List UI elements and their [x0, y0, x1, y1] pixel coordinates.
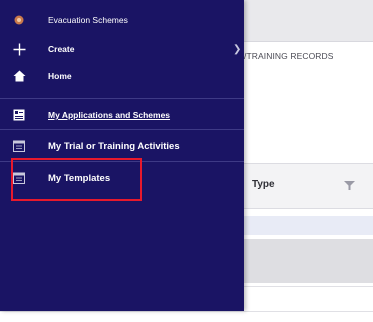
sidebar-item-my-trial-training[interactable]: My Trial or Training Activities [0, 135, 244, 157]
app-title: Evacuation Schemes [48, 15, 128, 25]
app-logo-icon [12, 13, 26, 27]
navigation-drawer: Evacuation Schemes Create ❯ Home My Appl… [0, 0, 244, 311]
filter-icon[interactable] [344, 181, 355, 190]
app-screen: /TRAINING RECORDS Type Evacuation Scheme… [0, 0, 373, 322]
divider [0, 98, 244, 99]
sidebar-item-my-templates[interactable]: My Templates [0, 167, 244, 189]
sidebar-item-label: My Templates [48, 172, 111, 184]
divider [0, 161, 244, 162]
create-menu-item[interactable]: Create ❯ [0, 38, 244, 60]
sidebar-item-my-applications[interactable]: My Applications and Schemes [0, 104, 244, 126]
sidebar-item-label: My Trial or Training Activities [48, 140, 180, 152]
app-title-item[interactable]: Evacuation Schemes [0, 9, 244, 31]
home-menu-item[interactable]: Home [0, 65, 244, 87]
divider [0, 129, 244, 130]
home-label: Home [48, 71, 72, 81]
calendar-icon [12, 139, 26, 153]
template-icon [12, 171, 26, 185]
plus-icon [12, 42, 26, 56]
breadcrumb[interactable]: /TRAINING RECORDS [244, 51, 334, 61]
home-icon [12, 69, 26, 83]
create-label: Create [48, 44, 75, 54]
sidebar-item-label: My Applications and Schemes [48, 110, 171, 120]
column-header-type[interactable]: Type [252, 179, 275, 190]
chevron-right-icon: ❯ [233, 43, 242, 55]
applications-icon [12, 108, 26, 122]
